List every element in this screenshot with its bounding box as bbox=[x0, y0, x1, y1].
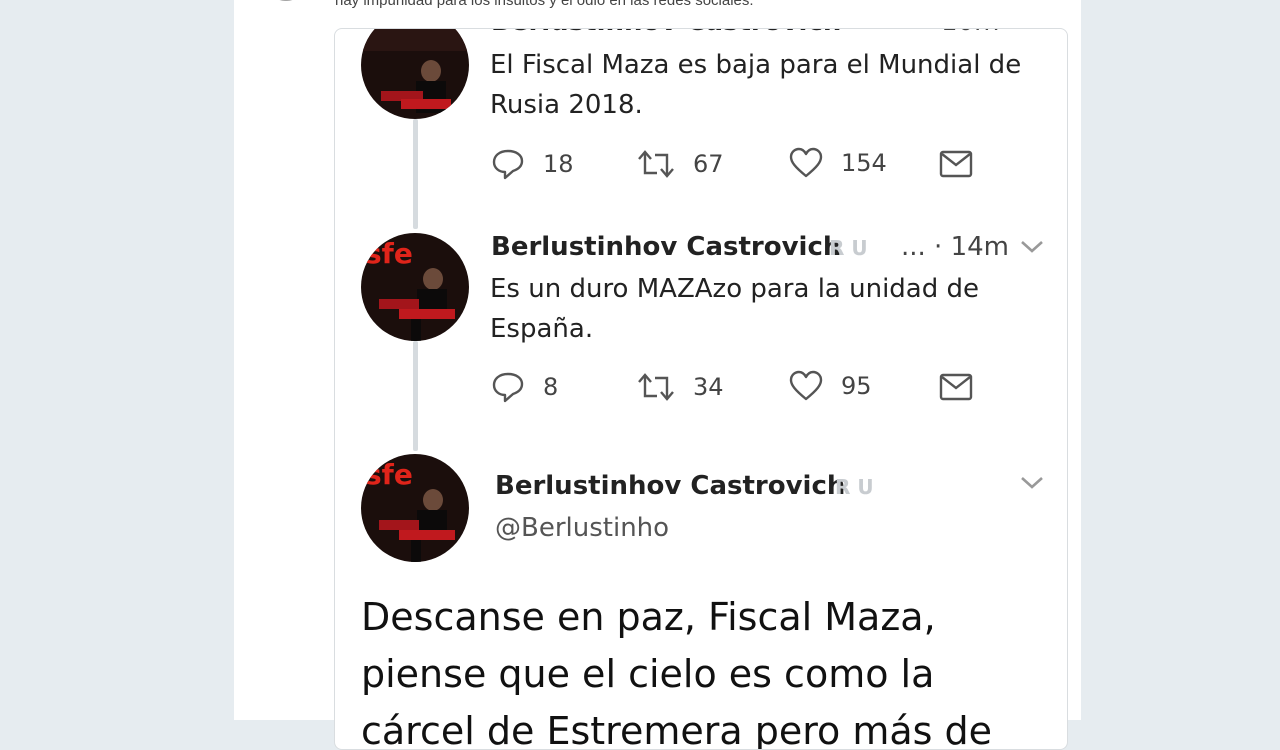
heart-icon bbox=[789, 370, 823, 401]
tweet-text-line: El Fiscal Maza es baja para el Mundial d… bbox=[490, 50, 1022, 80]
tweet-author-handle[interactable]: @Berlustinho bbox=[495, 513, 669, 543]
tweet-author-name[interactable]: Berlustinhov Castrovich bbox=[491, 232, 841, 262]
tweet-timestamp[interactable]: ... · 14m bbox=[901, 232, 1009, 262]
retweet-count: 67 bbox=[693, 150, 724, 178]
thread-line bbox=[413, 119, 418, 229]
envelope-icon bbox=[939, 150, 973, 178]
verified-badges: R U bbox=[835, 475, 874, 499]
retweet-count: 34 bbox=[693, 373, 724, 401]
chevron-down-icon[interactable] bbox=[1019, 475, 1045, 491]
avatar[interactable]: sfe bbox=[361, 233, 469, 341]
tweet-text-line: Descanse en paz, Fiscal Maza, bbox=[361, 595, 936, 639]
reply-count: 18 bbox=[543, 150, 574, 178]
like-count: 95 bbox=[841, 372, 872, 400]
tweet-text: El Fiscal Maza es baja para el Mundial d… bbox=[490, 45, 1060, 125]
avatar-image: sfe bbox=[361, 454, 469, 562]
tweet-author-name[interactable]: Berlustinhov Castrovich bbox=[491, 29, 841, 37]
svg-text:sfe: sfe bbox=[365, 458, 413, 491]
retweet-action[interactable]: 34 bbox=[637, 370, 724, 404]
reply-action[interactable]: 18 bbox=[491, 147, 574, 181]
retweet-icon bbox=[638, 373, 674, 401]
svg-text:sfe: sfe bbox=[365, 237, 413, 270]
dm-action[interactable] bbox=[939, 373, 973, 401]
tweet-author-name[interactable]: Berlustinhov Castrovich bbox=[495, 471, 845, 501]
dm-action[interactable] bbox=[939, 150, 973, 178]
avatar[interactable] bbox=[361, 29, 469, 119]
reply-icon bbox=[492, 372, 524, 403]
heart-icon bbox=[789, 147, 823, 178]
chevron-down-icon[interactable] bbox=[1019, 239, 1045, 255]
tweet-text: Descanse en paz, Fiscal Maza, piense que… bbox=[361, 589, 1051, 750]
tweet-text-line: cárcel de Estremera pero más de bbox=[361, 709, 993, 750]
tweet-timestamp[interactable]: 10m bbox=[941, 29, 999, 37]
tweet-text-line: piense que el cielo es como la bbox=[361, 652, 935, 696]
avatar[interactable]: sfe bbox=[361, 454, 469, 562]
embedded-screenshot-card[interactable]: Berlustinhov Castrovich 10m El Fiscal Ma… bbox=[334, 28, 1068, 750]
like-action[interactable]: 95 bbox=[789, 370, 872, 402]
verified-badges: R U bbox=[829, 236, 868, 260]
tweet-text-line: España. bbox=[490, 314, 594, 344]
avatar-image bbox=[361, 29, 469, 119]
like-count: 154 bbox=[841, 149, 887, 177]
tweet-text-line: Es un duro MAZAzo para la unidad de bbox=[490, 274, 979, 304]
avatar-image: sfe bbox=[361, 233, 469, 341]
outer-tweet-text: hay impunidad para los insultos y el odi… bbox=[335, 0, 754, 9]
like-action[interactable]: 154 bbox=[789, 147, 887, 179]
tweet-text: Es un duro MAZAzo para la unidad de Espa… bbox=[490, 269, 1060, 349]
retweet-icon bbox=[638, 150, 674, 178]
tweet-text-line: Rusia 2018. bbox=[490, 90, 643, 120]
reply-icon bbox=[492, 149, 524, 180]
envelope-icon bbox=[939, 373, 973, 401]
thread-line bbox=[413, 341, 418, 451]
retweet-action[interactable]: 67 bbox=[637, 147, 724, 181]
reply-action[interactable]: 8 bbox=[491, 370, 558, 404]
reply-count: 8 bbox=[543, 373, 559, 401]
